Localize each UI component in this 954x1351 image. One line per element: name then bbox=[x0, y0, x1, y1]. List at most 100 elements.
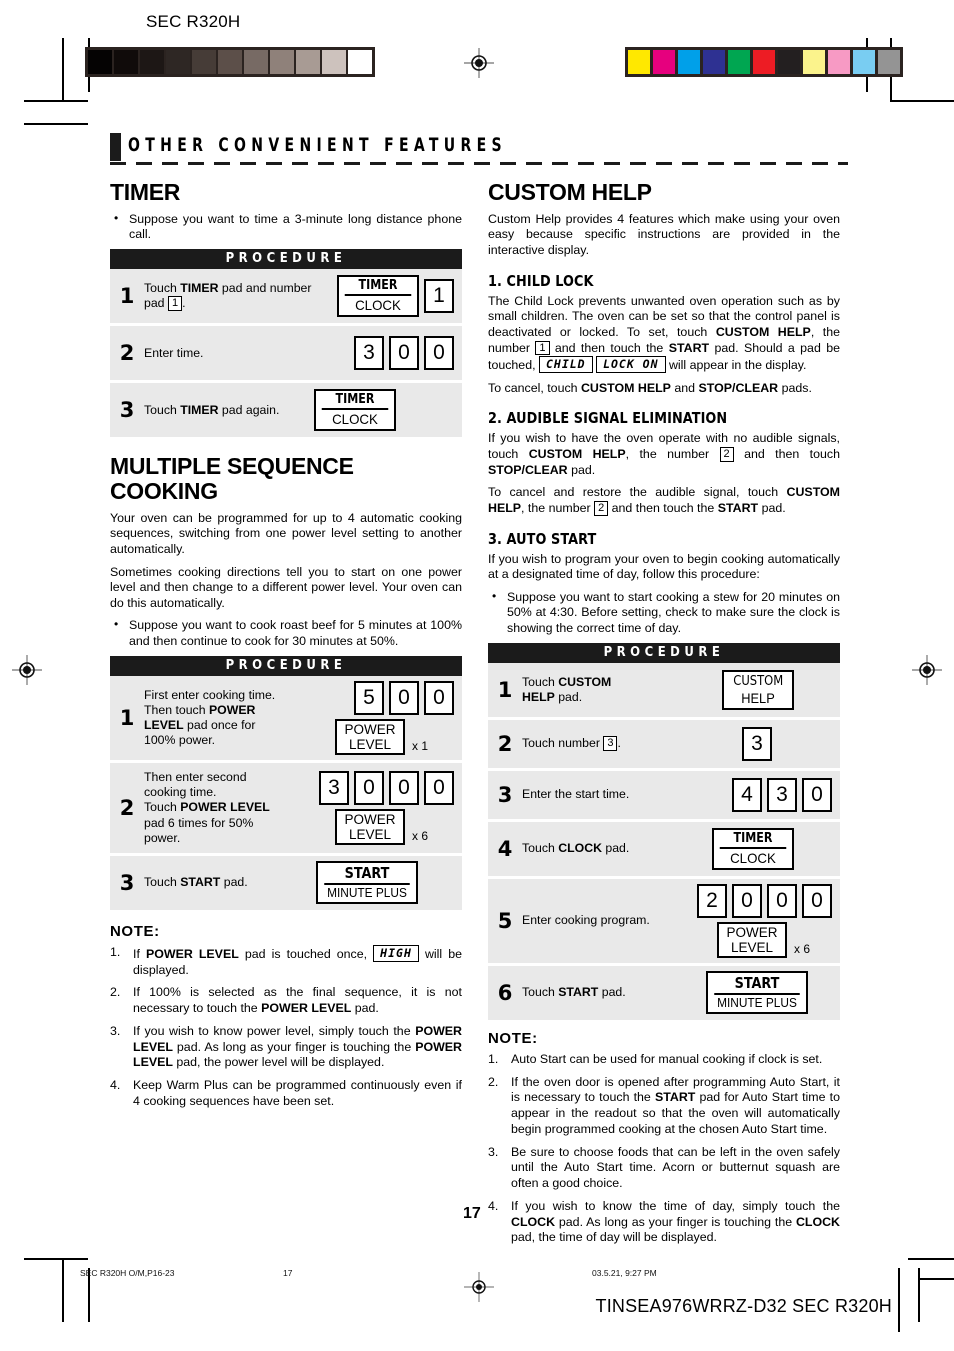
right-note-heading: NOTE: bbox=[488, 1029, 538, 1047]
step-text: Enter cooking program. bbox=[522, 913, 650, 928]
wedge-swatch bbox=[803, 50, 825, 74]
step-text-bold: START bbox=[180, 875, 221, 890]
number-key: 0 bbox=[389, 336, 419, 371]
text-part: , the number bbox=[625, 447, 720, 462]
note-text-part: pad. As long as your finger is touching … bbox=[555, 1214, 796, 1229]
note-text-bold: START bbox=[654, 1090, 696, 1105]
table-row: 3 Touch START pad. START MINUTE PLUS bbox=[110, 855, 462, 910]
registration-mark-left bbox=[12, 655, 42, 685]
text-part: pads. bbox=[778, 380, 812, 395]
step-keypads: 3 0 0 bbox=[349, 336, 462, 371]
step-number: 2 bbox=[119, 795, 135, 820]
timer-bullet-list: Suppose you want to time a 3-minute long… bbox=[110, 211, 462, 243]
table-row: 1 Touch CUSTOM HELP pad. CUSTOM HELP bbox=[488, 662, 840, 720]
wedge-swatch bbox=[244, 50, 268, 74]
step-text: Enter the start time. bbox=[522, 787, 630, 802]
crop-mark-bottom-right-v2 bbox=[918, 1268, 920, 1322]
wedge-swatch bbox=[296, 50, 320, 74]
number-key-1: 1 bbox=[424, 279, 454, 314]
text-bold: START bbox=[717, 500, 759, 515]
number-key: 0 bbox=[802, 777, 832, 812]
table-row: 5 Enter cooking program. 2 0 0 0 POWER L… bbox=[488, 878, 840, 966]
number-key: 4 bbox=[732, 777, 762, 812]
section-banner-dashed-rule bbox=[110, 162, 848, 165]
inline-key-2: 2 bbox=[594, 500, 609, 516]
key-label-bottom: MINUTE PLUS bbox=[327, 886, 407, 901]
registration-mark-right bbox=[912, 655, 942, 685]
number-key: 0 bbox=[802, 883, 832, 918]
custom-help-intro: Custom Help provides 4 features which ma… bbox=[488, 211, 840, 258]
crop-mark-bottom-right-h bbox=[908, 1258, 954, 1260]
text-part: pad. bbox=[567, 462, 596, 477]
page-number: 17 bbox=[463, 1205, 481, 1222]
msc-heading: MULTIPLE SEQUENCE COOKING bbox=[110, 454, 462, 504]
auto-start-heading: 3. AUTO START bbox=[488, 529, 597, 548]
text-part: , the number bbox=[521, 500, 595, 515]
text-part: and bbox=[670, 380, 699, 395]
table-row: 3 Enter the start time. 4 3 0 bbox=[488, 770, 840, 822]
key-label-top: POWER bbox=[726, 924, 778, 940]
audible-paragraph-2: To cancel and restore the audible signal… bbox=[488, 485, 840, 516]
note-text-bold: POWER LEVEL bbox=[261, 1001, 352, 1016]
step-text: Touch START pad. bbox=[144, 875, 316, 890]
number-key: 0 bbox=[389, 680, 419, 715]
timer-clock-key: TIMER CLOCK bbox=[337, 275, 419, 318]
press-count: x 1 bbox=[411, 738, 428, 753]
timer-procedure-table: PROCEDURE 1 Touch TIMER pad and number p… bbox=[110, 249, 462, 438]
auto-start-bullet-list: Suppose you want to start cooking a stew… bbox=[488, 589, 840, 637]
step-text-part: pad again. bbox=[218, 402, 280, 417]
step-keypads: START MINUTE PLUS bbox=[316, 861, 462, 905]
key-label-bottom: LEVEL bbox=[348, 736, 391, 752]
key-label-top: POWER bbox=[344, 811, 396, 827]
number-key: 3 bbox=[742, 726, 772, 761]
note-text-part: pad is touched once, bbox=[238, 946, 374, 961]
note-text-part: pad. bbox=[351, 1001, 379, 1016]
note-text-part: pad, the power level will be displayed. bbox=[172, 1055, 385, 1070]
step-keypads: 5 0 0 POWER LEVEL x 1 bbox=[334, 680, 462, 755]
crop-mark-top-left-v bbox=[62, 38, 64, 102]
msc-bullet: Suppose you want to cook roast beef for … bbox=[110, 617, 462, 649]
power-level-key: POWER LEVEL bbox=[334, 718, 405, 755]
document-title: SEC R320H bbox=[146, 12, 241, 31]
left-note-list: If POWER LEVEL pad is touched once, HIGH… bbox=[110, 944, 462, 1110]
child-lock-paragraph-2: To cancel, touch CUSTOM HELP and STOP/CL… bbox=[488, 381, 840, 397]
wedge-swatch bbox=[270, 50, 294, 74]
table-row: 1 Touch TIMER pad and number pad 1. TIME… bbox=[110, 269, 462, 327]
number-key: 5 bbox=[354, 680, 384, 715]
wedge-swatch bbox=[678, 50, 700, 74]
child-lock-heading: 1. CHILD LOCK bbox=[488, 271, 594, 290]
key-label-bottom: HELP bbox=[741, 690, 775, 706]
text-part: will appear in the display. bbox=[665, 358, 807, 373]
key-label-top: START bbox=[324, 864, 410, 886]
step-text: First enter cooking time. Then touch POW… bbox=[144, 688, 335, 749]
footer-timestamp: 03.5.21, 9:27 PM bbox=[592, 1268, 657, 1278]
key-label-top: TIMER bbox=[321, 392, 389, 411]
key-label-top: TIMER bbox=[344, 278, 412, 297]
step-text: Touch TIMER pad again. bbox=[144, 403, 314, 418]
step-keypads: 2 0 0 0 POWER LEVEL x 6 bbox=[692, 883, 840, 958]
step-text-bold: LEVEL bbox=[144, 717, 184, 732]
step-text-part: . bbox=[182, 296, 186, 311]
keypad-stack: 5 0 0 POWER LEVEL x 1 bbox=[334, 680, 454, 755]
number-key: 0 bbox=[732, 883, 762, 918]
step-text-part: Touch bbox=[522, 985, 559, 1000]
list-item: Auto Start can be used for manual cookin… bbox=[488, 1051, 823, 1068]
step-text-bold: POWER bbox=[208, 702, 256, 717]
key-label-bottom: LEVEL bbox=[348, 826, 391, 842]
crop-mark-bottom-right-h2 bbox=[918, 1278, 954, 1280]
colour-step-wedge bbox=[625, 47, 903, 77]
text-bold: CUSTOM HELP bbox=[528, 447, 626, 462]
step-keypads: CUSTOM HELP bbox=[722, 669, 840, 710]
number-key: 0 bbox=[767, 883, 797, 918]
wedge-swatch bbox=[653, 50, 675, 74]
note-text-part: If bbox=[133, 946, 146, 961]
table-row: 3 Touch TIMER pad again. TIMER CLOCK bbox=[110, 383, 462, 438]
start-minute-plus-key: START MINUTE PLUS bbox=[706, 971, 808, 1015]
step-text: Touch START pad. bbox=[522, 985, 706, 1000]
number-key-row: 2 0 0 0 bbox=[692, 883, 832, 918]
left-note-heading: NOTE: bbox=[110, 922, 160, 940]
display-readout-lock-on: LOCK ON bbox=[596, 356, 666, 373]
text-part: and then touch the bbox=[608, 500, 718, 515]
text-bold: STOP/CLEAR bbox=[488, 462, 568, 477]
msc-bullet-list: Suppose you want to cook roast beef for … bbox=[110, 617, 462, 649]
